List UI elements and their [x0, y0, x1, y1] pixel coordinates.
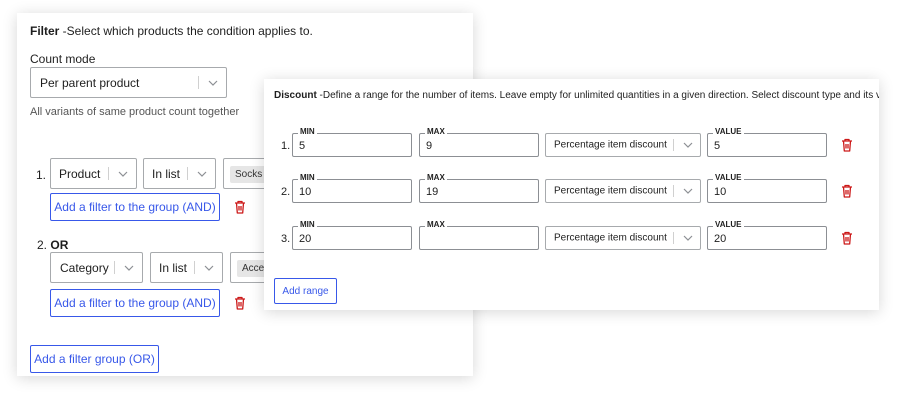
- filter-title: Filter: [30, 24, 60, 38]
- discount-type-value: Percentage item discount: [554, 232, 667, 244]
- range-number: 2.: [281, 186, 291, 198]
- group1-field-value: Product: [59, 166, 101, 181]
- chevron-down-icon: [124, 265, 134, 271]
- group-number: 1.: [36, 168, 47, 182]
- value-label: VALUE: [713, 127, 744, 137]
- discount-title: Discount: [274, 90, 317, 101]
- discount-type-select[interactable]: Percentage item discount: [545, 133, 701, 157]
- count-mode-help: All variants of same product count toget…: [30, 106, 240, 118]
- select-divider: [673, 232, 674, 244]
- min-label: MIN: [298, 220, 317, 230]
- min-value: 20: [299, 233, 312, 245]
- group2-operator-select[interactable]: In list: [150, 252, 223, 283]
- max-input[interactable]: MAX: [419, 220, 539, 250]
- max-value: 9: [426, 140, 433, 152]
- range-number: 1.: [281, 140, 291, 152]
- chevron-down-icon: [208, 80, 218, 86]
- chevron-down-icon: [204, 265, 214, 271]
- select-divider: [108, 167, 109, 180]
- max-input[interactable]: MAX 9: [419, 127, 539, 157]
- min-input[interactable]: MIN 20: [292, 220, 412, 250]
- discount-description: -Define a range for the number of items.…: [316, 90, 879, 101]
- group2-heading: 2. OR: [37, 238, 68, 252]
- select-divider: [673, 185, 674, 197]
- trash-icon[interactable]: [841, 231, 853, 245]
- min-label: MIN: [298, 127, 317, 137]
- group-number: 2.: [37, 238, 48, 252]
- add-filter-group-button[interactable]: Add a filter group (OR): [30, 345, 159, 373]
- value-label: VALUE: [713, 220, 744, 230]
- value-value: 20: [714, 233, 727, 245]
- discount-heading: Discount -Define a range for the number …: [274, 90, 879, 101]
- min-input[interactable]: MIN 10: [292, 173, 412, 203]
- or-label: OR: [50, 238, 69, 252]
- count-mode-value: Per parent product: [40, 75, 140, 90]
- value-input[interactable]: VALUE 20: [707, 220, 827, 250]
- min-value: 5: [299, 140, 306, 152]
- max-input[interactable]: MAX 19: [419, 173, 539, 203]
- discount-type-value: Percentage item discount: [554, 139, 667, 151]
- group1-field-select[interactable]: Product: [50, 158, 137, 189]
- group1-add-filter-button[interactable]: Add a filter to the group (AND): [50, 193, 220, 221]
- select-divider: [194, 261, 195, 274]
- select-divider: [198, 76, 199, 89]
- chevron-down-icon: [683, 235, 693, 241]
- value-label: VALUE: [713, 173, 744, 183]
- select-divider: [673, 139, 674, 151]
- add-range-button[interactable]: Add range: [274, 278, 337, 304]
- max-label: MAX: [425, 220, 447, 230]
- discount-panel: Discount -Define a range for the number …: [264, 79, 879, 310]
- filter-description: -Select which products the condition app…: [59, 24, 313, 38]
- discount-type-select[interactable]: Percentage item discount: [545, 226, 701, 250]
- count-mode-label: Count mode: [30, 52, 96, 66]
- group2-field-value: Category: [60, 260, 109, 275]
- group2-field-select[interactable]: Category: [50, 252, 143, 283]
- max-label: MAX: [425, 173, 447, 183]
- min-label: MIN: [298, 173, 317, 183]
- group1-operator-select[interactable]: In list: [143, 158, 216, 189]
- chevron-down-icon: [197, 171, 207, 177]
- group2-add-filter-button[interactable]: Add a filter to the group (AND): [50, 289, 220, 317]
- group1-operator-value: In list: [152, 166, 181, 181]
- min-input[interactable]: MIN 5: [292, 127, 412, 157]
- filter-heading: Filter -Select which products the condit…: [30, 24, 313, 38]
- max-label: MAX: [425, 127, 447, 137]
- value-input[interactable]: VALUE 5: [707, 127, 827, 157]
- group1-value-tag: Socks: [230, 166, 268, 183]
- count-mode-select[interactable]: Per parent product: [30, 67, 227, 98]
- trash-icon[interactable]: [841, 138, 853, 152]
- select-divider: [187, 167, 188, 180]
- max-value: 19: [426, 186, 439, 198]
- chevron-down-icon: [683, 188, 693, 194]
- value-input[interactable]: VALUE 10: [707, 173, 827, 203]
- select-divider: [114, 261, 115, 274]
- min-value: 10: [299, 186, 312, 198]
- discount-type-value: Percentage item discount: [554, 185, 667, 197]
- group2-operator-value: In list: [159, 260, 188, 275]
- trash-icon[interactable]: [234, 296, 246, 310]
- chevron-down-icon: [683, 142, 693, 148]
- trash-icon[interactable]: [841, 184, 853, 198]
- trash-icon[interactable]: [234, 200, 246, 214]
- value-value: 10: [714, 186, 727, 198]
- chevron-down-icon: [118, 171, 128, 177]
- value-value: 5: [714, 140, 721, 152]
- range-number: 3.: [281, 233, 291, 245]
- discount-type-select[interactable]: Percentage item discount: [545, 179, 701, 203]
